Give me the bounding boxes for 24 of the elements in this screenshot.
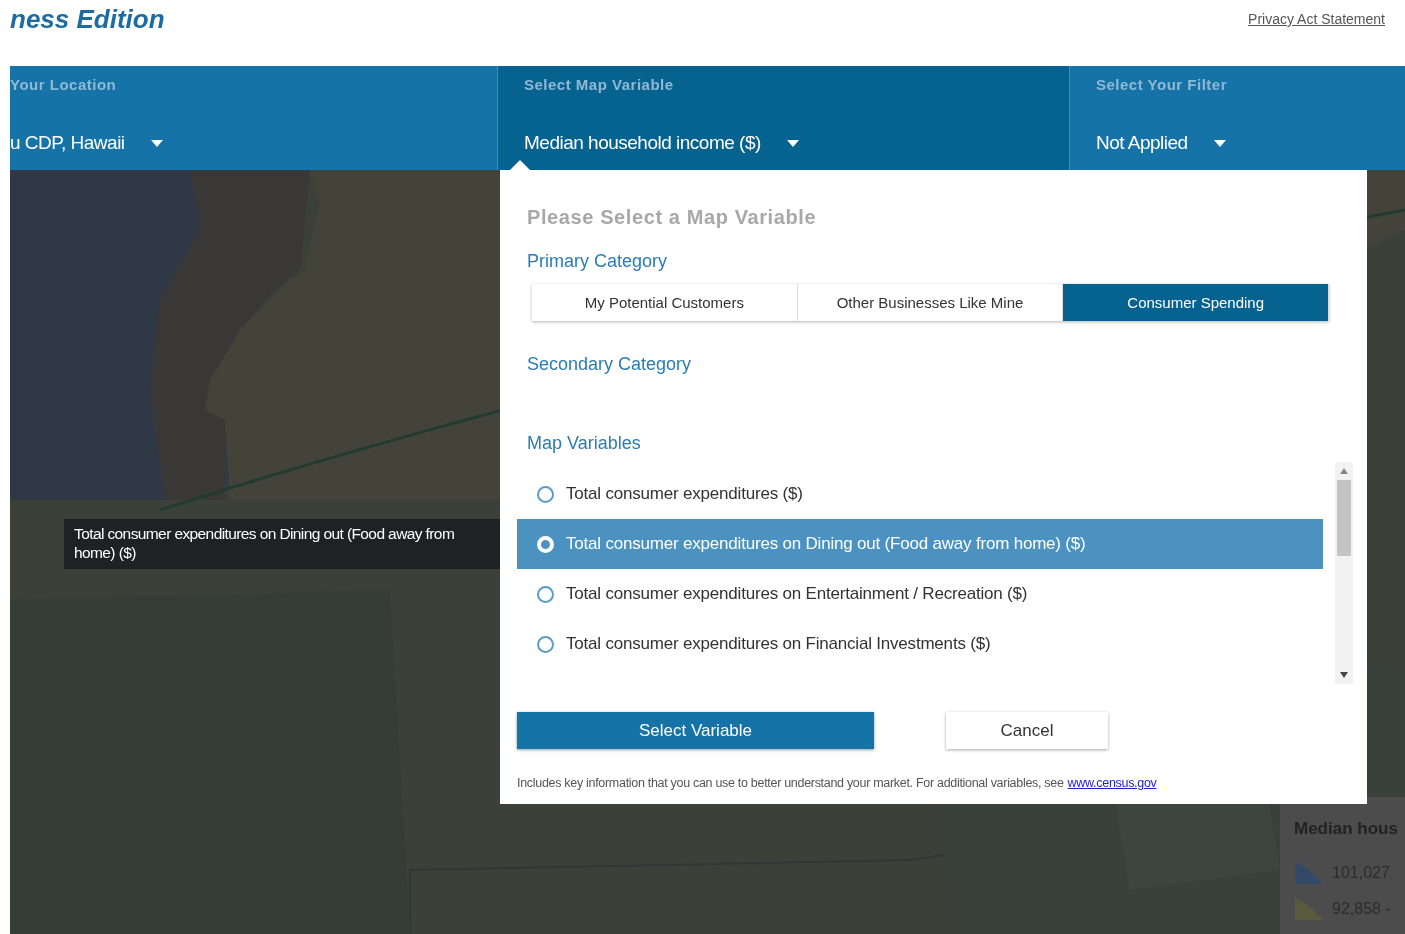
select-button[interactable]: Select Variable xyxy=(517,712,874,749)
selector-label: Your Location xyxy=(10,76,118,93)
privacy-link[interactable]: Privacy Act Statement xyxy=(1248,11,1385,27)
selector-label: Select Map Variable xyxy=(524,76,675,93)
category-tab[interactable]: Other Businesses Like Mine xyxy=(797,284,1064,321)
cancel-button[interactable]: Cancel xyxy=(946,712,1108,749)
section-heading: Primary Category xyxy=(526,251,669,272)
selector-value: Not Applied xyxy=(1096,132,1188,154)
selector-value: u CDP, Hawaii xyxy=(10,132,125,154)
selector-value: Median household income ($) xyxy=(524,132,761,154)
dialog-title: Please Select a Map Variable xyxy=(526,206,818,229)
section-heading: Map Variables xyxy=(526,433,642,454)
variable-option[interactable]: Total consumer expenditures ($) xyxy=(517,469,1323,519)
site-title: ness Edition xyxy=(10,4,165,35)
footnote-text: Includes key information that you can use to better understand your market. For additional variables, see xyxy=(517,776,1064,790)
selector-label: Select Your Filter xyxy=(1096,76,1228,93)
category-tab[interactable]: My Potential Customers xyxy=(532,284,798,321)
selector-dropdown[interactable]: Your Location u CDP, Hawaii xyxy=(10,66,497,170)
section-heading: Secondary Category xyxy=(526,354,693,375)
variable-option[interactable]: Total consumer expenditures on Financial Investments ($) xyxy=(517,619,1323,669)
selector-dropdown[interactable]: Select Map Variable Median household income ($) xyxy=(497,66,1069,170)
census-link[interactable]: www.census.gov xyxy=(1067,776,1157,790)
variable-option[interactable]: Total consumer expenditures on Entertainment / Recreation ($) xyxy=(517,569,1323,619)
category-tab[interactable]: Consumer Spending xyxy=(1063,284,1329,321)
